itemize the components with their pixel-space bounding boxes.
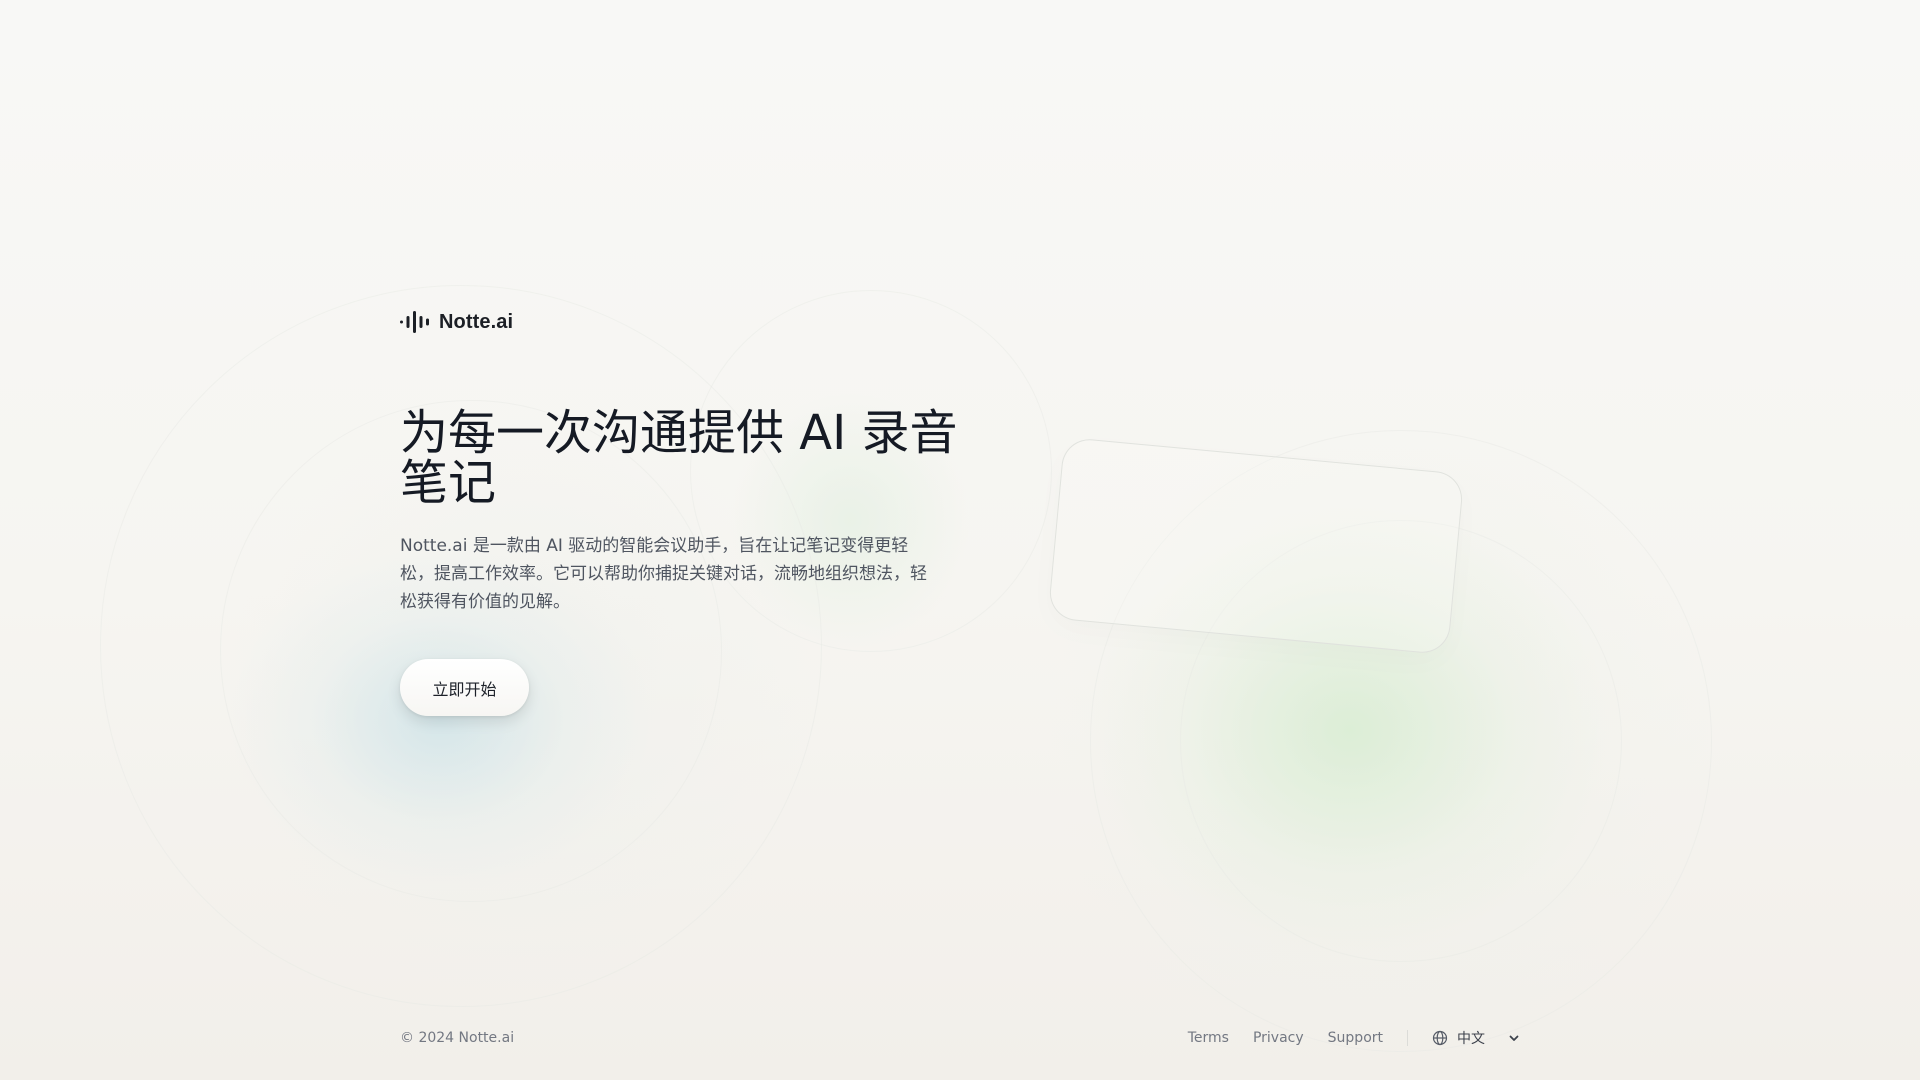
- footer-link-privacy[interactable]: Privacy: [1253, 1030, 1304, 1046]
- main-content: Notte.ai 为每一次沟通提供 AI 录音笔记 Notte.ai 是一款由 …: [400, 0, 1520, 1080]
- hero-description: Notte.ai 是一款由 AI 驱动的智能会议助手，旨在让记笔记变得更轻松，提…: [400, 536, 927, 612]
- copyright: © 2024 Notte.ai: [400, 1030, 515, 1046]
- footer: © 2024 Notte.ai Terms Privacy Support 中文: [400, 1026, 1520, 1050]
- audio-waveform-icon: [400, 311, 429, 333]
- language-selector[interactable]: 中文: [1432, 1028, 1520, 1048]
- footer-link-terms[interactable]: Terms: [1188, 1030, 1229, 1046]
- footer-link-support[interactable]: Support: [1328, 1030, 1383, 1046]
- get-started-button[interactable]: 立即开始: [400, 659, 529, 716]
- footer-divider: [1407, 1030, 1408, 1046]
- brand-name: Notte.ai: [439, 310, 514, 333]
- chevron-down-icon: [1509, 1035, 1519, 1041]
- logo[interactable]: Notte.ai: [400, 310, 513, 334]
- language-label: 中文: [1457, 1031, 1485, 1047]
- globe-icon: [1432, 1030, 1448, 1046]
- footer-nav: Terms Privacy Support 中文: [1188, 1028, 1520, 1048]
- hero-title: 为每一次沟通提供 AI 录音笔记: [400, 405, 958, 511]
